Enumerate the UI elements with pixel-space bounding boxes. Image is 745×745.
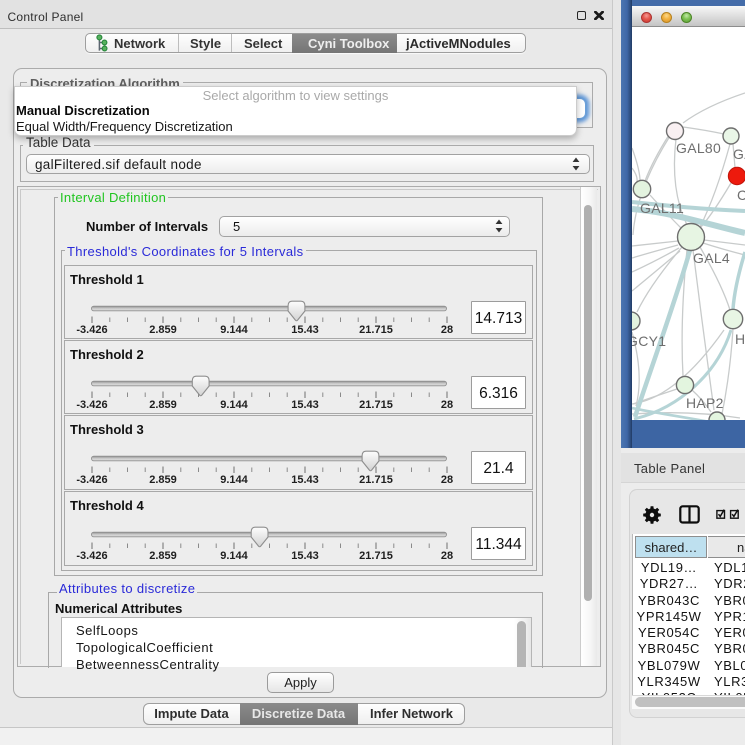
svg-text:-3.426: -3.426 <box>76 399 107 411</box>
svg-text:21.715: 21.715 <box>359 399 393 411</box>
svg-text:21.715: 21.715 <box>359 474 393 486</box>
svg-text:28: 28 <box>441 474 453 486</box>
svg-text:2.859: 2.859 <box>149 399 177 411</box>
svg-text:15.43: 15.43 <box>291 550 319 562</box>
svg-text:15.43: 15.43 <box>291 324 319 336</box>
svg-text:H: H <box>735 331 745 347</box>
svg-text:C: C <box>737 187 745 203</box>
svg-text:21.715: 21.715 <box>359 550 393 562</box>
svg-text:28: 28 <box>441 324 453 336</box>
svg-text:-3.426: -3.426 <box>76 324 107 336</box>
svg-text:9.144: 9.144 <box>220 399 248 411</box>
svg-text:15.43: 15.43 <box>291 474 319 486</box>
svg-text:2.859: 2.859 <box>149 474 177 486</box>
svg-text:15.43: 15.43 <box>291 399 319 411</box>
svg-text:HAP2: HAP2 <box>686 395 724 411</box>
svg-text:GA: GA <box>733 146 745 162</box>
svg-text:2.859: 2.859 <box>149 324 177 336</box>
svg-text:2.859: 2.859 <box>149 550 177 562</box>
svg-text:28: 28 <box>441 550 453 562</box>
svg-text:9.144: 9.144 <box>220 550 248 562</box>
svg-text:GAL4: GAL4 <box>693 250 730 266</box>
svg-text:-3.426: -3.426 <box>76 550 107 562</box>
svg-text:GCY1: GCY1 <box>632 333 666 349</box>
svg-text:-3.426: -3.426 <box>76 474 107 486</box>
svg-text:9.144: 9.144 <box>220 474 248 486</box>
svg-text:21.715: 21.715 <box>359 324 393 336</box>
svg-text:9.144: 9.144 <box>220 324 248 336</box>
svg-text:28: 28 <box>441 399 453 411</box>
svg-text:GAL11: GAL11 <box>640 200 684 216</box>
svg-text:GAL80: GAL80 <box>676 140 721 156</box>
